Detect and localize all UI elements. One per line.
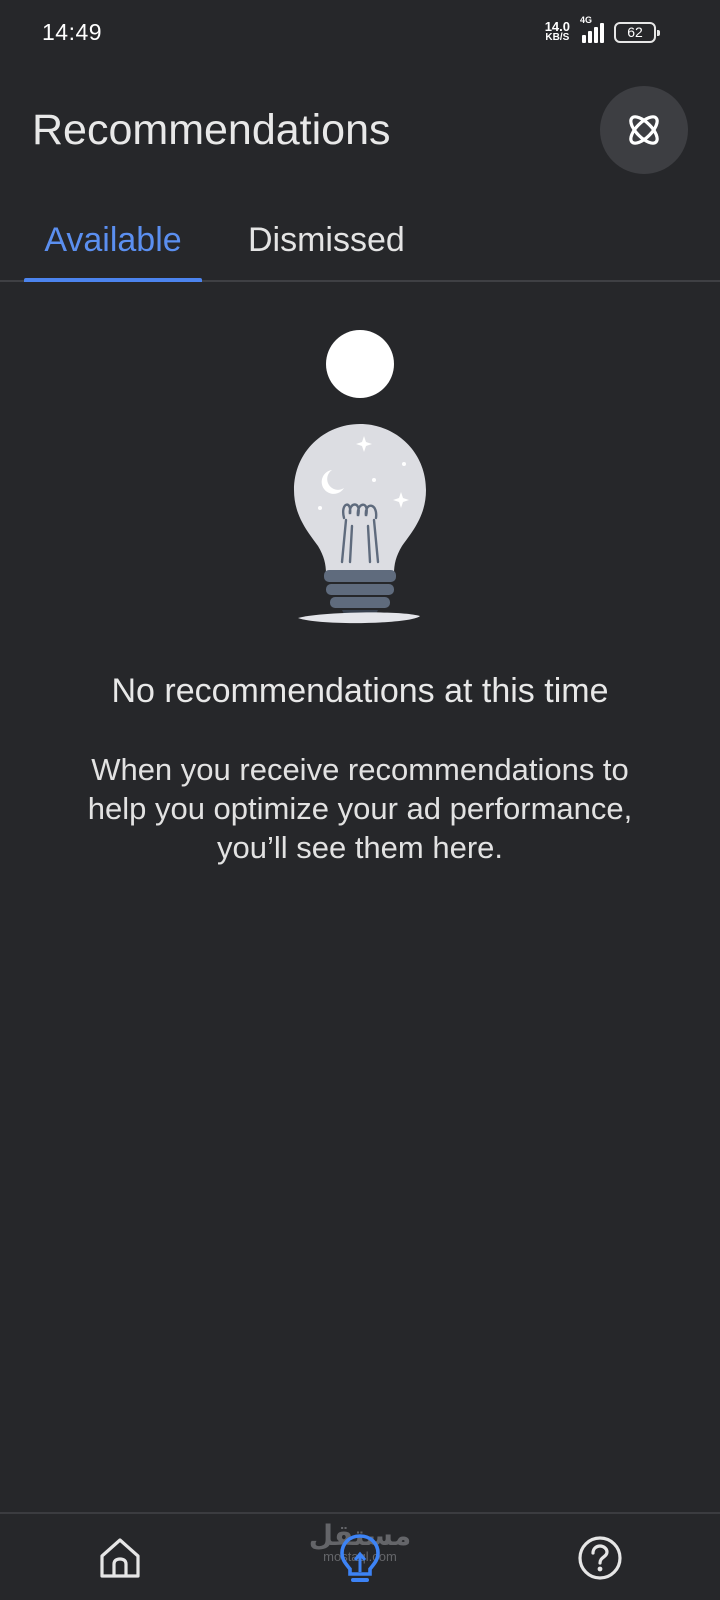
empty-state-description: When you receive recommendations to help…	[87, 752, 633, 865]
tab-dismissed-label: Dismissed	[248, 220, 405, 259]
tab-bar: Available Dismissed	[0, 200, 720, 282]
tab-available[interactable]: Available	[24, 200, 202, 280]
nav-recommendations[interactable]	[324, 1522, 396, 1594]
help-icon	[578, 1536, 622, 1580]
battery-level: 62	[627, 24, 643, 40]
signal-icon: 4G	[580, 15, 604, 43]
status-indicators: 14.0 KB/S 4G 62	[544, 15, 660, 43]
lightbulb-illustration	[294, 330, 426, 624]
tab-indicator	[24, 278, 202, 282]
network-speed-value: 14.0	[544, 19, 570, 34]
nav-help[interactable]	[564, 1522, 636, 1594]
page-title: Recommendations	[32, 105, 391, 154]
labs-button[interactable]	[600, 86, 688, 174]
network-speed: 14.0 KB/S	[544, 19, 570, 43]
status-time: 14:49	[42, 18, 103, 45]
tab-available-label: Available	[44, 220, 182, 259]
atom-icon	[629, 115, 659, 145]
battery-icon: 62	[614, 21, 660, 43]
app-header: Recommendations	[0, 80, 720, 180]
empty-state-title: No recommendations at this time	[111, 672, 609, 710]
network-speed-unit: KB/S	[545, 32, 570, 43]
home-icon	[100, 1538, 140, 1578]
tab-dismissed[interactable]: Dismissed	[248, 200, 405, 280]
status-bar: 14:49 14.0 KB/S 4G 62	[0, 0, 720, 64]
nav-home[interactable]	[84, 1522, 156, 1594]
network-type: 4G	[580, 15, 593, 25]
lightbulb-icon	[340, 1534, 380, 1582]
bottom-navigation: مستقل mostaql.com	[0, 1512, 720, 1600]
